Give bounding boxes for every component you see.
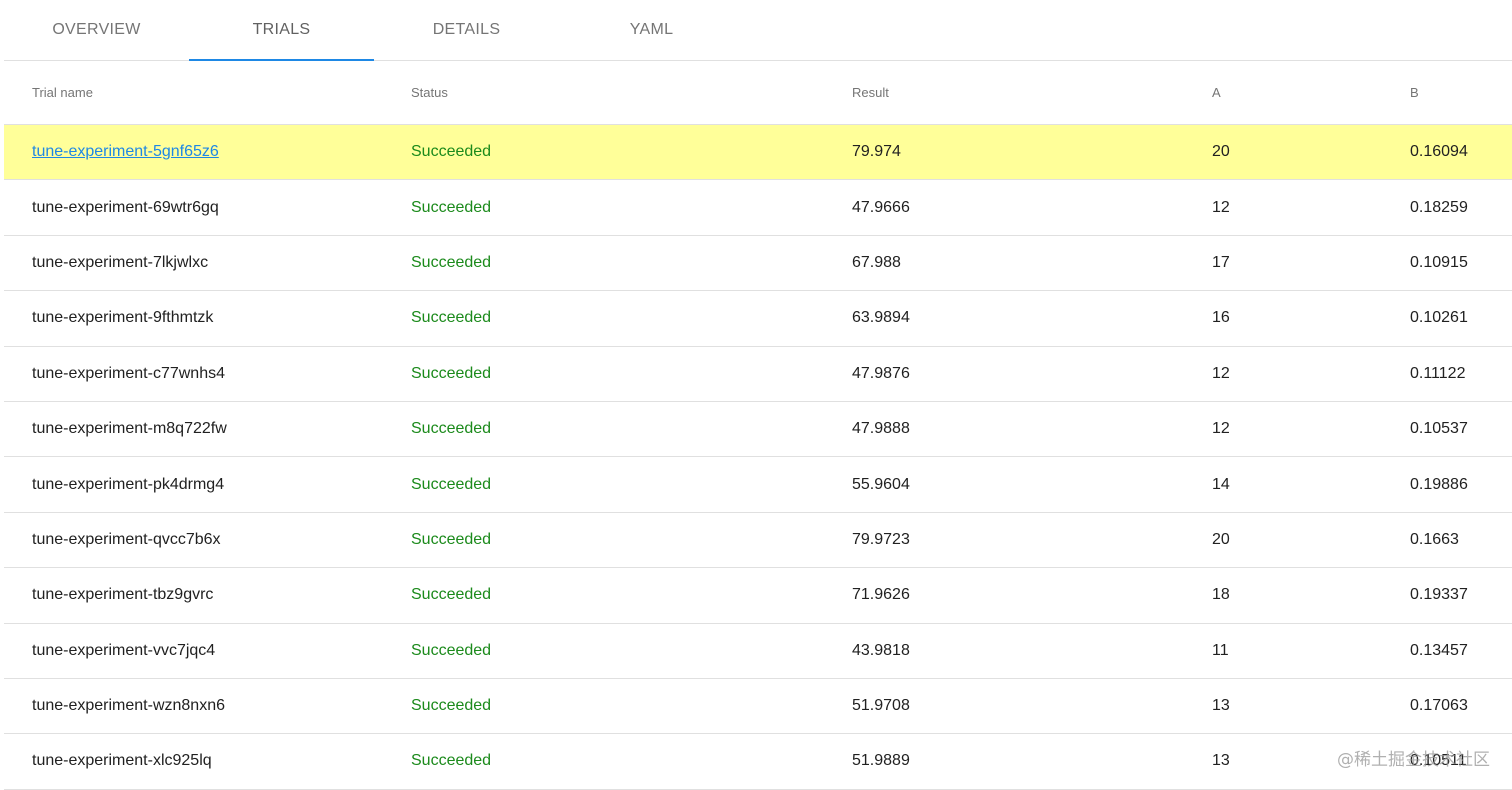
result-cell: 51.9889 xyxy=(852,752,910,770)
column-header-a[interactable]: A xyxy=(1212,85,1410,100)
tab-overview[interactable]: OVERVIEW xyxy=(4,0,189,60)
status-cell: Succeeded xyxy=(411,697,492,715)
trial-name-cell[interactable]: tune-experiment-vvc7jqc4 xyxy=(4,642,411,660)
trial-name-cell[interactable]: tune-experiment-7lkjwlxc xyxy=(4,254,411,272)
param-b-cell: 0.10915 xyxy=(1410,253,1468,271)
table-row[interactable]: tune-experiment-pk4drmg4 Succeeded 55.9604… xyxy=(4,457,1512,513)
table-row[interactable]: tune-experiment-vvc7jqc4 Succeeded 43.9818… xyxy=(4,624,1512,679)
table-header-row: Trial name Status Result A B xyxy=(4,61,1512,125)
result-cell: 79.9723 xyxy=(852,530,910,548)
param-b-cell: 0.10537 xyxy=(1410,420,1468,438)
param-b-cell: 0.11122 xyxy=(1410,364,1466,382)
result-cell: 47.9666 xyxy=(852,198,910,216)
trial-name-cell[interactable]: tune-experiment-pk4drmg4 xyxy=(4,476,411,494)
column-header-status[interactable]: Status xyxy=(411,85,852,100)
param-a-cell: 12 xyxy=(1212,198,1230,216)
status-cell: Succeeded xyxy=(411,364,492,382)
status-cell: Succeeded xyxy=(411,641,492,659)
status-cell: Succeeded xyxy=(411,752,492,770)
param-a-cell: 14 xyxy=(1212,475,1230,493)
trial-name-cell[interactable]: tune-experiment-c77wnhs4 xyxy=(4,365,411,383)
param-b-cell: 0.10511 xyxy=(1410,752,1467,770)
result-cell: 47.9888 xyxy=(852,420,910,438)
table-row[interactable]: tune-experiment-9fthmtzk Succeeded 63.9894… xyxy=(4,291,1512,347)
tab-trials[interactable]: TRIALS xyxy=(189,0,374,61)
param-a-cell: 12 xyxy=(1212,420,1230,438)
param-b-cell: 0.19337 xyxy=(1410,586,1468,604)
param-b-cell: 0.1663 xyxy=(1410,530,1459,548)
tab-yaml[interactable]: YAML xyxy=(559,0,744,60)
param-b-cell: 0.18259 xyxy=(1410,198,1468,216)
param-a-cell: 20 xyxy=(1212,530,1230,548)
result-cell: 51.9708 xyxy=(852,697,910,715)
column-header-trial-name[interactable]: Trial name xyxy=(4,85,411,100)
trial-name-cell: tune-experiment-5gnf65z6 xyxy=(4,143,411,161)
table-row[interactable]: tune-experiment-qvcc7b6x Succeeded 79.9723… xyxy=(4,513,1512,569)
result-cell: 79.974 xyxy=(852,143,901,161)
column-header-result[interactable]: Result xyxy=(852,85,1212,100)
table-body: tune-experiment-5gnf65z6 Succeeded 79.974 2… xyxy=(4,125,1512,790)
result-cell: 43.9818 xyxy=(852,641,910,659)
table-row[interactable]: tune-experiment-tbz9gvrc Succeeded 71.9626… xyxy=(4,568,1512,624)
trials-table: Trial name Status Result A B tune-experi… xyxy=(4,61,1512,790)
status-cell: Succeeded xyxy=(411,530,492,548)
tab-details[interactable]: DETAILS xyxy=(374,0,559,60)
table-row[interactable]: tune-experiment-wzn8nxn6 Succeeded 51.9708… xyxy=(4,679,1512,735)
status-cell: Succeeded xyxy=(411,143,492,161)
param-b-cell: 0.19886 xyxy=(1410,475,1468,493)
trials-page: OVERVIEW TRIALS DETAILS YAML Trial name Sta… xyxy=(0,0,1512,790)
param-a-cell: 12 xyxy=(1212,364,1230,382)
table-row[interactable]: tune-experiment-m8q722fw Succeeded 47.9888… xyxy=(4,402,1512,458)
param-a-cell: 18 xyxy=(1212,586,1230,604)
result-cell: 63.9894 xyxy=(852,309,910,327)
param-b-cell: 0.13457 xyxy=(1410,641,1468,659)
result-cell: 47.9876 xyxy=(852,364,910,382)
trial-name-cell[interactable]: tune-experiment-9fthmtzk xyxy=(4,309,411,327)
column-header-b[interactable]: B xyxy=(1410,85,1512,100)
table-row[interactable]: tune-experiment-7lkjwlxc Succeeded 67.988 1… xyxy=(4,236,1512,292)
trial-name-cell[interactable]: tune-experiment-wzn8nxn6 xyxy=(4,697,411,715)
trial-name-cell[interactable]: tune-experiment-tbz9gvrc xyxy=(4,586,411,604)
table-row[interactable]: tune-experiment-xlc925lq Succeeded 51.9889… xyxy=(4,734,1512,790)
trial-name-cell[interactable]: tune-experiment-xlc925lq xyxy=(4,752,411,770)
param-b-cell: 0.10261 xyxy=(1410,309,1468,327)
result-cell: 55.9604 xyxy=(852,475,910,493)
param-a-cell: 16 xyxy=(1212,309,1230,327)
status-cell: Succeeded xyxy=(411,309,492,327)
param-a-cell: 20 xyxy=(1212,143,1230,161)
result-cell: 71.9626 xyxy=(852,586,910,604)
result-cell: 67.988 xyxy=(852,253,901,271)
param-a-cell: 13 xyxy=(1212,697,1230,715)
trial-name-cell[interactable]: tune-experiment-qvcc7b6x xyxy=(4,531,411,549)
table-row[interactable]: tune-experiment-c77wnhs4 Succeeded 47.9876… xyxy=(4,347,1512,402)
status-cell: Succeeded xyxy=(411,253,492,271)
param-a-cell: 13 xyxy=(1212,752,1230,770)
status-cell: Succeeded xyxy=(411,586,492,604)
param-b-cell: 0.16094 xyxy=(1410,143,1468,161)
table-row[interactable]: tune-experiment-5gnf65z6 Succeeded 79.974 2… xyxy=(4,125,1512,181)
trial-name-cell[interactable]: tune-experiment-m8q722fw xyxy=(4,420,411,438)
param-a-cell: 11 xyxy=(1212,641,1229,659)
trial-name-link[interactable]: tune-experiment-5gnf65z6 xyxy=(32,143,219,160)
trial-name-cell[interactable]: tune-experiment-69wtr6gq xyxy=(4,199,411,217)
param-a-cell: 17 xyxy=(1212,253,1230,271)
tab-bar: OVERVIEW TRIALS DETAILS YAML xyxy=(4,0,1512,61)
status-cell: Succeeded xyxy=(411,420,492,438)
param-b-cell: 0.17063 xyxy=(1410,697,1468,715)
table-row[interactable]: tune-experiment-69wtr6gq Succeeded 47.9666… xyxy=(4,180,1512,236)
status-cell: Succeeded xyxy=(411,475,492,493)
status-cell: Succeeded xyxy=(411,198,492,216)
